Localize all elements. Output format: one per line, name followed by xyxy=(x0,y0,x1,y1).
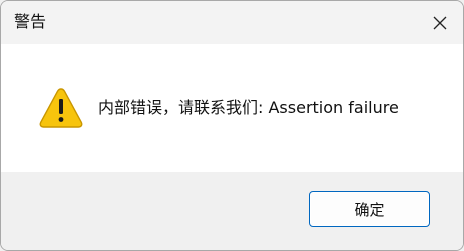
close-icon xyxy=(433,16,447,29)
title-bar: 警告 xyxy=(1,1,463,44)
dialog-footer: 确定 xyxy=(1,172,463,250)
error-message: 内部错误，请联系我们: Assertion failure xyxy=(98,98,399,117)
close-button[interactable] xyxy=(417,1,463,44)
warning-icon xyxy=(39,88,83,128)
dialog-content: 内部错误，请联系我们: Assertion failure xyxy=(1,44,463,172)
dialog-title: 警告 xyxy=(14,12,47,31)
message-dialog: 警告 内部错误，请联系我们: Assertion failure 确定 xyxy=(0,0,464,251)
ok-button[interactable]: 确定 xyxy=(309,191,430,227)
